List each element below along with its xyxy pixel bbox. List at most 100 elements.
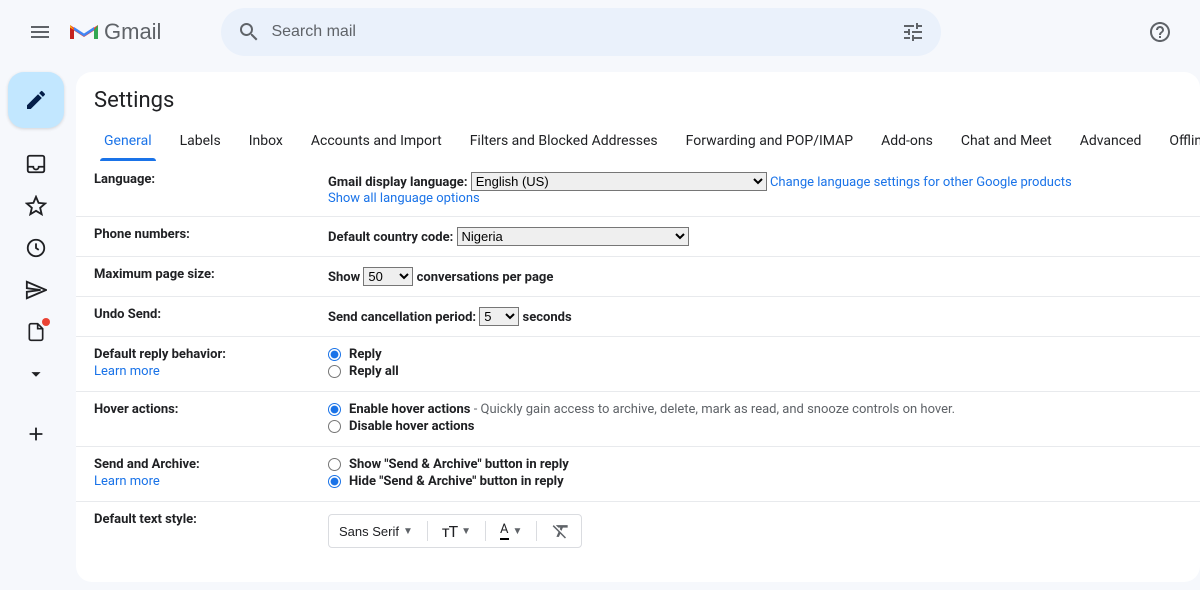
sidebar-sent[interactable]	[24, 278, 48, 302]
opt-hover-disable: Disable hover actions	[349, 419, 474, 434]
compose-button[interactable]	[8, 72, 64, 128]
row-phone: Phone numbers: Default country code: Nig…	[76, 217, 1200, 257]
opt-sa-show: Show "Send & Archive" button in reply	[349, 457, 569, 472]
gmail-display-language-label: Gmail display language:	[328, 175, 467, 190]
hover-hint: - Quickly gain access to archive, delete…	[470, 402, 955, 417]
label-phone: Phone numbers:	[94, 227, 328, 246]
sidebar-drafts[interactable]	[24, 320, 48, 344]
help-icon	[1148, 20, 1172, 44]
font-size-picker[interactable]: тT ▼	[442, 522, 471, 541]
opt-reply-all: Reply all	[349, 364, 399, 379]
row-send-archive: Send and Archive: Learn more Show "Send …	[76, 447, 1200, 502]
undo-period-select[interactable]: 5	[479, 307, 519, 326]
sidebar	[0, 64, 72, 590]
page-size-select[interactable]: 50	[363, 267, 413, 286]
radio-sa-show[interactable]	[328, 458, 341, 471]
page-size-suffix: conversations per page	[417, 270, 554, 285]
caret-icon: ▼	[513, 526, 523, 537]
reply-learn-more[interactable]: Learn more	[94, 364, 328, 379]
sidebar-snoozed[interactable]	[24, 236, 48, 260]
text-color-icon: A	[500, 523, 508, 540]
remove-format-icon	[551, 521, 571, 541]
plus-icon	[25, 423, 47, 445]
divider	[427, 521, 428, 541]
hamburger-icon	[28, 20, 52, 44]
row-default-reply: Default reply behavior: Learn more Reply…	[76, 337, 1200, 392]
caret-icon: ▼	[461, 526, 471, 537]
label-hover: Hover actions:	[94, 402, 328, 436]
star-icon	[25, 195, 47, 217]
chevron-down-icon	[25, 363, 47, 385]
header-right	[941, 12, 1192, 52]
gmail-icon	[68, 20, 100, 44]
undo-suffix: seconds	[523, 310, 572, 325]
search-icon	[237, 20, 261, 44]
send-icon	[25, 279, 47, 301]
row-hover-actions: Hover actions: Enable hover actions - Qu…	[76, 392, 1200, 447]
label-default-reply: Default reply behavior:	[94, 347, 226, 362]
search-button[interactable]	[227, 10, 271, 54]
tab-offline[interactable]: Offline	[1159, 125, 1200, 161]
text-style-toolbar: Sans Serif ▼ тT ▼ A ▼	[328, 514, 582, 548]
radio-reply-all[interactable]	[328, 365, 341, 378]
opt-sa-hide: Hide "Send & Archive" button in reply	[349, 474, 564, 489]
sidebar-more[interactable]	[24, 362, 48, 386]
page-title: Settings	[76, 72, 1200, 125]
row-page-size: Maximum page size: Show 50 conversations…	[76, 257, 1200, 297]
divider	[485, 521, 486, 541]
font-size-icon: тT	[442, 522, 457, 541]
sidebar-starred[interactable]	[24, 194, 48, 218]
tab-inbox[interactable]: Inbox	[239, 125, 293, 161]
caret-icon: ▼	[403, 526, 413, 537]
search-options-button[interactable]	[891, 10, 935, 54]
cancellation-period-label: Send cancellation period:	[328, 310, 476, 325]
label-page-size: Maximum page size:	[94, 267, 328, 286]
tab-advanced[interactable]: Advanced	[1070, 125, 1152, 161]
tab-labels[interactable]: Labels	[170, 125, 231, 161]
pencil-icon	[24, 88, 48, 112]
tab-chat[interactable]: Chat and Meet	[951, 125, 1062, 161]
tab-filters[interactable]: Filters and Blocked Addresses	[460, 125, 668, 161]
app-header: Gmail	[0, 0, 1200, 64]
label-send-archive: Send and Archive:	[94, 457, 200, 472]
inbox-icon	[25, 153, 47, 175]
drafts-indicator	[42, 318, 50, 326]
language-select[interactable]: English (US)	[471, 172, 767, 191]
clock-icon	[25, 237, 47, 259]
tab-general[interactable]: General	[94, 125, 162, 161]
show-all-languages-link[interactable]: Show all language options	[328, 191, 480, 206]
show-label: Show	[328, 270, 360, 285]
text-color-picker[interactable]: A ▼	[500, 523, 522, 540]
tab-addons[interactable]: Add-ons	[871, 125, 943, 161]
tab-forwarding[interactable]: Forwarding and POP/IMAP	[676, 125, 863, 161]
help-button[interactable]	[1140, 12, 1180, 52]
settings-tabs: General Labels Inbox Accounts and Import…	[76, 125, 1200, 162]
tab-accounts[interactable]: Accounts and Import	[301, 125, 452, 161]
country-code-select[interactable]: Nigeria	[457, 227, 689, 246]
radio-sa-hide[interactable]	[328, 475, 341, 488]
row-text-style: Default text style: Sans Serif ▼ тT ▼	[76, 502, 1200, 558]
settings-panel: Settings General Labels Inbox Accounts a…	[76, 72, 1200, 582]
app-name: Gmail	[104, 19, 161, 45]
remove-formatting-button[interactable]	[551, 521, 571, 541]
main-menu-button[interactable]	[16, 8, 64, 56]
gmail-logo[interactable]: Gmail	[68, 19, 161, 45]
sidebar-new-label[interactable]	[24, 422, 48, 446]
font-family-picker[interactable]: Sans Serif ▼	[339, 524, 413, 539]
sidebar-inbox[interactable]	[24, 152, 48, 176]
radio-hover-enable[interactable]	[328, 403, 341, 416]
radio-reply[interactable]	[328, 348, 341, 361]
opt-reply: Reply	[349, 347, 382, 362]
label-text-style: Default text style:	[94, 512, 328, 548]
opt-hover-enable: Enable hover actions	[349, 402, 470, 417]
tune-icon	[901, 20, 925, 44]
radio-hover-disable[interactable]	[328, 420, 341, 433]
label-language: Language:	[94, 172, 328, 206]
search-bar[interactable]	[221, 8, 941, 56]
search-input[interactable]	[271, 23, 891, 41]
sendarchive-learn-more[interactable]: Learn more	[94, 474, 328, 489]
divider	[536, 521, 537, 541]
change-language-link[interactable]: Change language settings for other Googl…	[770, 175, 1072, 190]
label-undo-send: Undo Send:	[94, 307, 328, 326]
settings-body: Language: Gmail display language: Englis…	[76, 162, 1200, 558]
